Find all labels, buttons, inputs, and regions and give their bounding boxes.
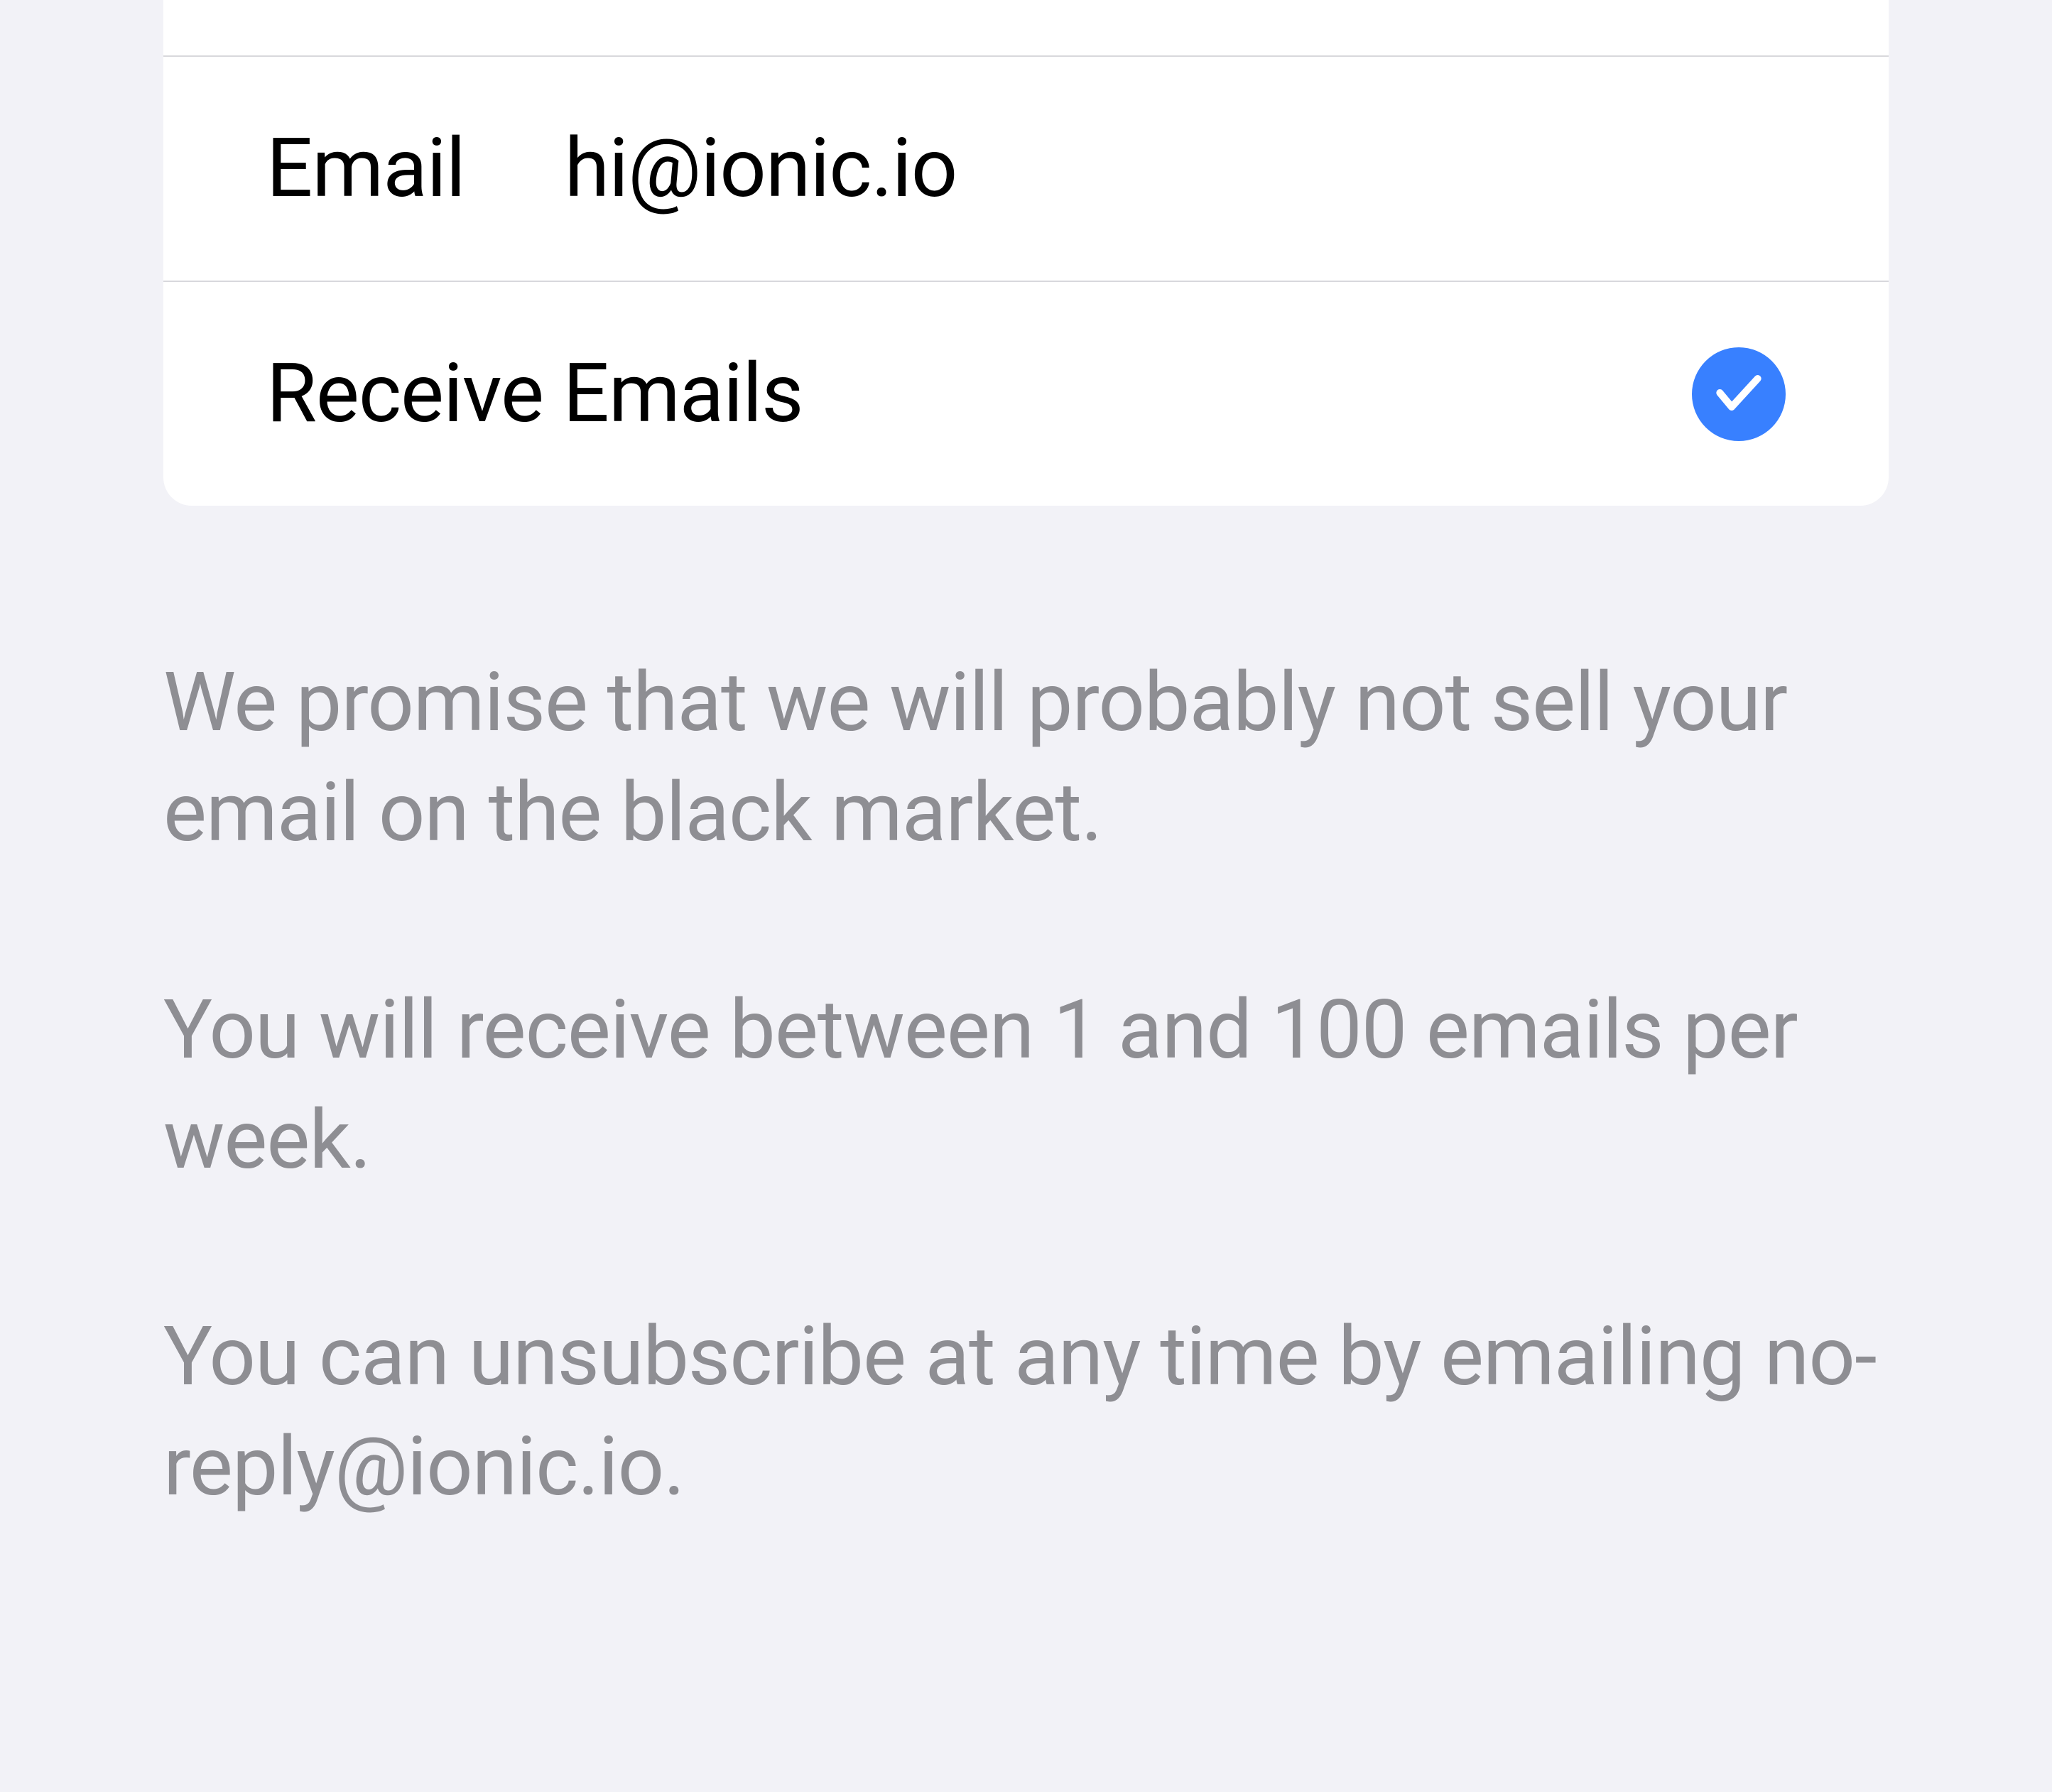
receive-emails-label: Receive Emails [266,346,803,442]
description-paragraph-2: You will receive between 1 and 100 email… [163,975,1889,1196]
receive-emails-row[interactable]: Receive Emails [163,281,1889,506]
settings-card: Email hi@ionic.io Receive Emails [163,0,1889,506]
divider-row [163,0,1889,57]
receive-emails-checkbox[interactable] [1692,347,1786,441]
description-paragraph-3: You can unsubscribe at any time by email… [163,1302,1889,1523]
settings-panel: Email hi@ionic.io Receive Emails We prom… [0,0,2052,1792]
email-value: hi@ionic.io [565,121,957,217]
description-text: We promise that we will probably not sel… [0,506,2052,1523]
email-label: Email [266,121,465,217]
email-row[interactable]: Email hi@ionic.io [163,57,1889,281]
email-row-content: Email hi@ionic.io [266,121,1786,217]
receive-emails-content: Receive Emails [266,346,1786,442]
checkmark-icon [1710,364,1767,424]
description-paragraph-1: We promise that we will probably not sel… [163,648,1889,869]
